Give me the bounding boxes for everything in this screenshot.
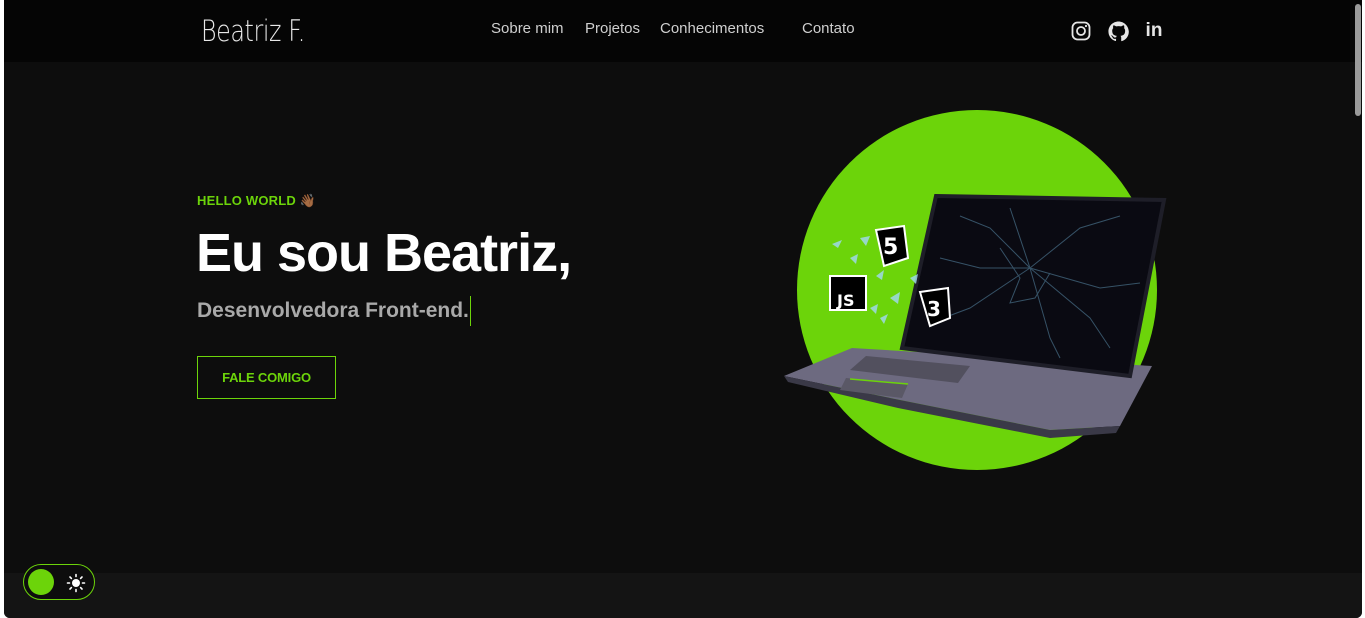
github-icon[interactable]	[1107, 20, 1129, 42]
logo[interactable]: Beatriz F.	[201, 14, 305, 48]
linkedin-icon[interactable]: in	[1143, 20, 1165, 42]
navbar: Beatriz F. Sobre mim Projetos Conhecimen…	[4, 0, 1362, 62]
page-frame: Beatriz F. Sobre mim Projetos Conhecimen…	[4, 0, 1362, 618]
contact-button[interactable]: FALE COMIGO	[197, 356, 336, 399]
hero-subtitle: Desenvolvedora Front-end.	[197, 296, 471, 326]
theme-toggle[interactable]	[23, 564, 95, 600]
instagram-icon[interactable]	[1070, 20, 1092, 42]
nav-projetos[interactable]: Projetos	[585, 20, 640, 37]
laptop-illustration: 5 JS 3	[784, 110, 1167, 470]
scrollbar-thumb[interactable]	[1355, 4, 1361, 116]
scrollbar[interactable]	[1354, 0, 1362, 618]
svg-text:3: 3	[927, 297, 941, 321]
js-badge: JS	[829, 275, 867, 311]
hero-headline: Eu sou Beatriz,	[196, 223, 572, 283]
typing-caret	[469, 296, 471, 326]
nav-conhecimentos[interactable]: Conhecimentos	[660, 20, 764, 37]
nav-sobre-mim[interactable]: Sobre mim	[491, 20, 564, 37]
next-section	[4, 573, 1362, 618]
laptop-screen	[899, 193, 1167, 379]
greeting: HELLO WORLD 👋🏾	[197, 193, 317, 208]
sun-icon	[66, 573, 86, 593]
toggle-knob[interactable]	[28, 569, 54, 595]
svg-text:5: 5	[883, 235, 898, 260]
nav-contato[interactable]: Contato	[802, 20, 855, 37]
svg-text:JS: JS	[836, 291, 854, 310]
subtitle-text: Desenvolvedora Front-end.	[197, 299, 469, 322]
